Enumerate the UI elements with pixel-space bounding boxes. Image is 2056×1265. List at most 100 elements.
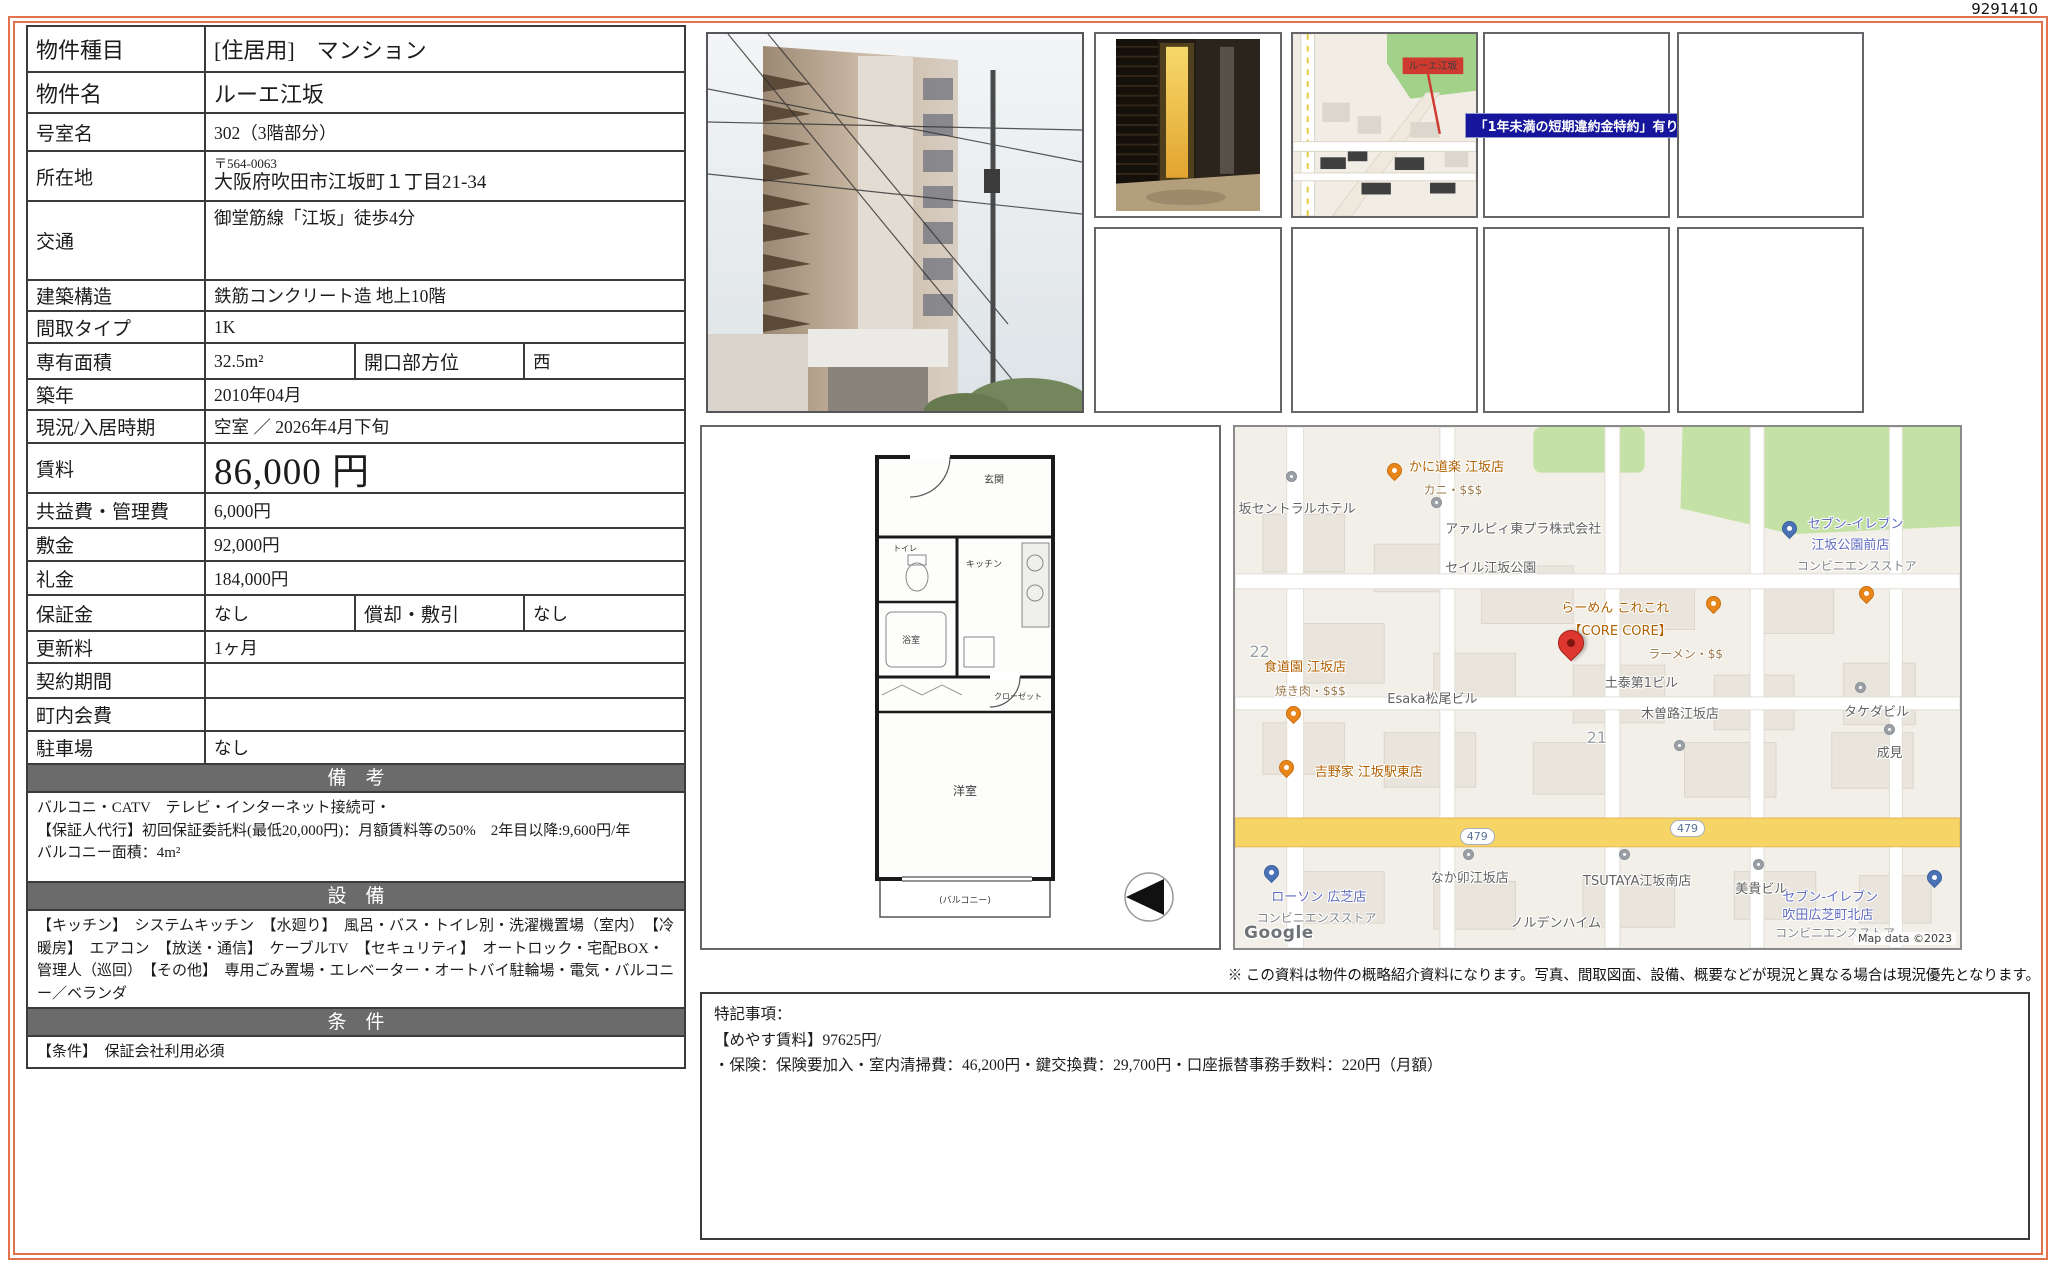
row-label: 保証金 xyxy=(28,596,206,630)
dot-pin xyxy=(1431,497,1442,508)
table-row: 建築構造鉄筋コンクリート造 地上10階 xyxy=(28,281,684,312)
map-label: セイル江坂公園 xyxy=(1445,562,1536,576)
map-label: 【CORE CORE】 xyxy=(1569,625,1672,639)
dot-pin xyxy=(1286,471,1297,482)
location-map-thumbnail: ルーエ江坂 xyxy=(1293,34,1476,216)
row-value-2: 西 xyxy=(525,344,684,378)
row-value: 302（3階部分） xyxy=(206,114,684,150)
map-label: Esaka松尾ビル xyxy=(1387,693,1477,707)
map-label: 22 xyxy=(1250,643,1270,661)
row-value: 6,000円 xyxy=(206,494,684,527)
neighborhood-map: かに道楽 江坂店カニ・$$$坂セントラルホテルアァルピィ東プラ株式会社セイル江坂… xyxy=(1233,425,1962,950)
floorplan-closet-label: クローゼット xyxy=(994,691,1042,701)
section-bar-conditions: 条 件 xyxy=(28,1009,684,1037)
row-value: 92,000円 xyxy=(206,529,684,560)
map-label: アァルピィ東プラ株式会社 xyxy=(1445,523,1601,537)
row-value xyxy=(206,664,684,697)
address-line: 大阪府吹田市江坂町１丁目21-34 xyxy=(214,172,486,195)
photo-box-empty-1 xyxy=(1677,32,1864,218)
table-row: 礼金184,000円 xyxy=(28,562,684,596)
row-label: 賃料 xyxy=(28,444,206,492)
special-notes-fees: ・保険：保険要加入・室内清掃費：46,200円・鍵交換費：29,700円・口座振… xyxy=(714,1053,2016,1079)
row-label: 物件名 xyxy=(28,73,206,112)
map-thumb-property-label: ルーエ江坂 xyxy=(1409,60,1458,72)
photo-box-empty-3 xyxy=(1291,227,1478,413)
row-value: 御堂筋線「江坂」徒歩4分 xyxy=(206,202,684,279)
map-label: かに道楽 江坂店 xyxy=(1409,461,1504,475)
short-term-penalty-badge: 「1年未満の短期違約金特約」有り xyxy=(1465,113,1687,138)
dot-pin xyxy=(1753,859,1764,870)
row-label: 物件種目 xyxy=(28,27,206,71)
row-value: なし xyxy=(206,732,684,763)
building-exterior-illustration xyxy=(708,34,1082,411)
route-badge: 479 xyxy=(1460,828,1495,845)
section-bar-equipment: 設 備 xyxy=(28,883,684,911)
photo-box-entrance xyxy=(1094,32,1282,218)
map-labels: かに道楽 江坂店カニ・$$$坂セントラルホテルアァルピィ東プラ株式会社セイル江坂… xyxy=(1235,427,1960,948)
google-logo: Google xyxy=(1244,923,1314,943)
row-value: 2010年04月 xyxy=(206,380,684,409)
entrance-photo-illustration xyxy=(1116,39,1260,211)
document-number: 9291410 xyxy=(1971,0,2038,18)
row-label: 礼金 xyxy=(28,562,206,594)
equipment-text: 【キッチン】 システムキッチン 【水廻り】 風呂・バス・トイレ別・洗濯機置場（室… xyxy=(28,911,684,1009)
row-value: 1K xyxy=(206,312,684,342)
shop-pin xyxy=(1924,867,1945,888)
dot-pin xyxy=(1884,724,1895,735)
map-label: セブン-イレブン xyxy=(1782,891,1878,905)
row-value xyxy=(206,699,684,730)
special-notes-title: 特記事項： xyxy=(714,1002,2016,1028)
row-label: 共益費・管理費 xyxy=(28,494,206,527)
map-label: タケダビル xyxy=(1844,706,1909,720)
remarks-text: バルコニ・CATV テレビ・インターネット接続可・ 【保証人代行】初回保証委託料… xyxy=(28,793,684,883)
floorplan-kitchen-label: キッチン xyxy=(966,559,1002,570)
map-label: 吹田広芝町北店 xyxy=(1782,909,1873,923)
route-badge: 479 xyxy=(1670,820,1705,837)
property-table-rows: 物件種目[住居用] マンション物件名ルーエ江坂号室名302（3階部分）所在地〒5… xyxy=(28,27,684,765)
row-value: 184,000円 xyxy=(206,562,684,594)
map-label: なか卯江坂店 xyxy=(1431,872,1509,886)
map-label: ノルデンハイム xyxy=(1511,917,1601,931)
disclaimer-text: ※ この資料は物件の概略紹介資料になります。写真、間取図面、設備、概要などが現況… xyxy=(700,964,2040,985)
floorplan-box: (バルコニー) 玄関 トイレ 浴室 キッチン xyxy=(700,425,1221,950)
map-label: 美貴ビル xyxy=(1735,883,1787,897)
row-label: 現況/入居時期 xyxy=(28,411,206,442)
map-label: セブン-イレブン xyxy=(1808,518,1904,532)
food-pin xyxy=(1703,593,1724,614)
row-label: 築年 xyxy=(28,380,206,409)
row-value: 鉄筋コンクリート造 地上10階 xyxy=(206,281,684,310)
table-row: 更新料1ヶ月 xyxy=(28,632,684,664)
table-row: 間取タイプ1K xyxy=(28,312,684,344)
property-flyer-page: 9291410 物件種目[住居用] マンション物件名ルーエ江坂号室名302（3階… xyxy=(0,0,2056,1265)
food-pin xyxy=(1384,460,1405,481)
map-label: カニ・$$$ xyxy=(1424,484,1483,497)
food-pin xyxy=(1283,703,1304,724)
row-value: 〒564-0063大阪府吹田市江坂町１丁目21-34 xyxy=(206,152,684,200)
table-row: 物件名ルーエ江坂 xyxy=(28,73,684,114)
row-value: 86,000 円 xyxy=(206,444,684,492)
special-notes-guide-rent: 【めやす賃料】97625円/ xyxy=(714,1028,2016,1054)
building-exterior-photo xyxy=(706,32,1084,413)
shop-pin xyxy=(1779,518,1800,539)
entrance-photo xyxy=(1116,39,1260,211)
photo-box-empty-2 xyxy=(1094,227,1282,413)
dot-pin xyxy=(1855,682,1866,693)
food-pin xyxy=(1855,583,1876,604)
row-label-2: 償却・敷引 xyxy=(356,596,525,630)
row-value: 32.5m² xyxy=(206,344,356,378)
map-label: 江坂公園前店 xyxy=(1811,539,1889,553)
row-label: 契約期間 xyxy=(28,664,206,697)
dot-pin xyxy=(1463,849,1474,860)
row-value: 1ヶ月 xyxy=(206,632,684,662)
table-row: 敷金92,000円 xyxy=(28,529,684,562)
photo-box-empty-4 xyxy=(1483,227,1670,413)
map-label: らーめん これこれ xyxy=(1561,602,1669,616)
table-row: 賃料86,000 円 xyxy=(28,444,684,494)
map-label: 吉野家 江坂駅東店 xyxy=(1315,766,1423,780)
map-label: 成見 xyxy=(1877,747,1903,761)
table-row: 専有面積32.5m²開口部方位西 xyxy=(28,344,684,380)
table-row: 築年2010年04月 xyxy=(28,380,684,411)
row-label: 敷金 xyxy=(28,529,206,560)
row-label-2: 開口部方位 xyxy=(356,344,525,378)
shop-pin xyxy=(1261,862,1282,883)
